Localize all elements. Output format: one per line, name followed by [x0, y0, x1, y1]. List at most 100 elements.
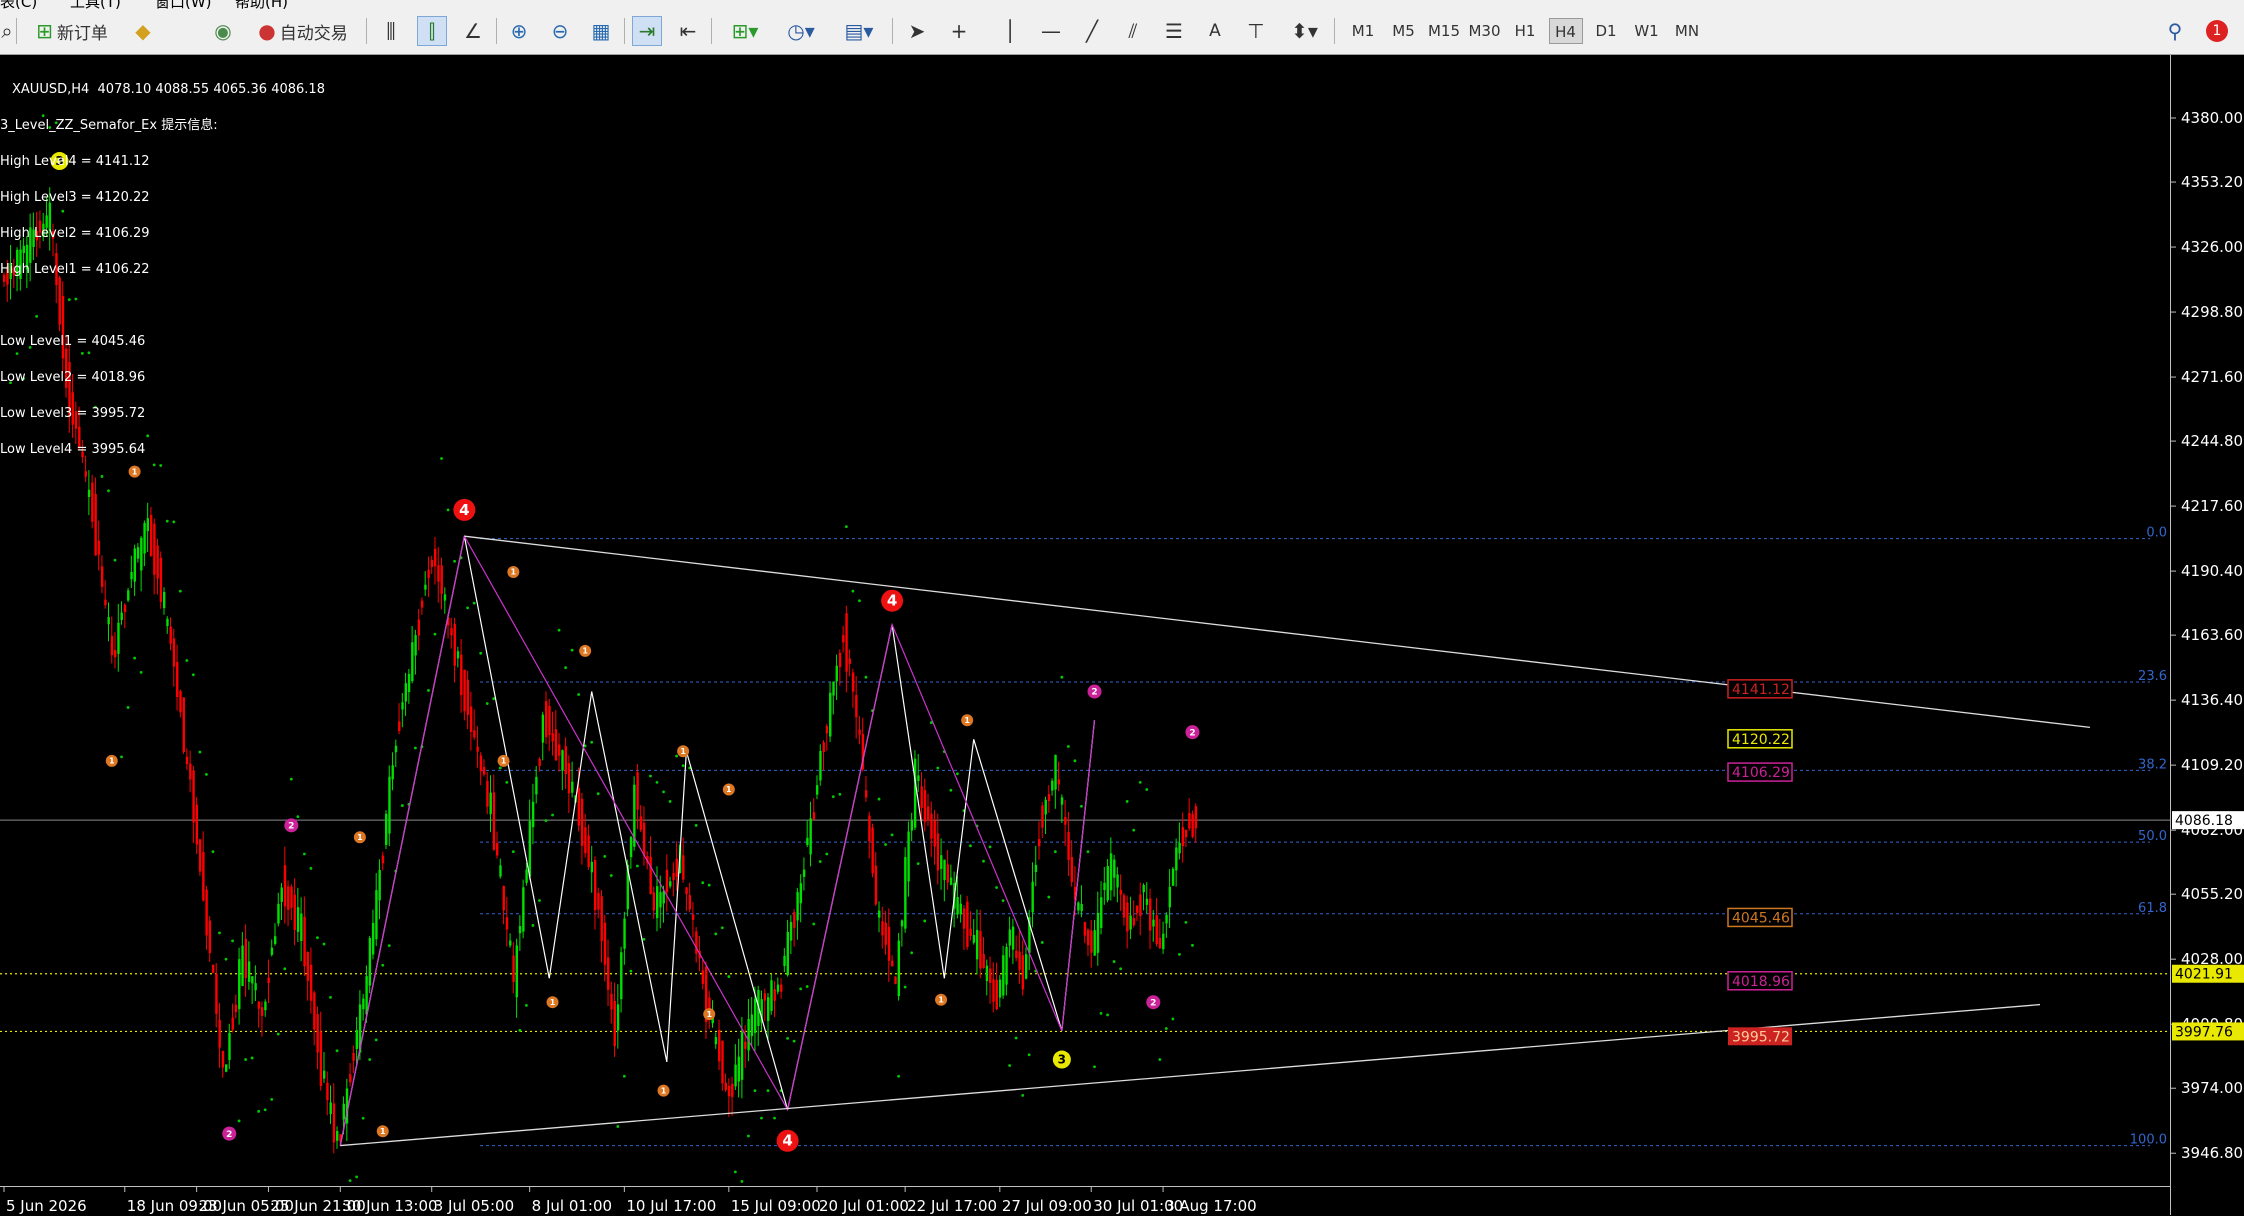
price-tag-label: 4018.96	[1732, 974, 1790, 990]
sar-dot	[1184, 920, 1188, 924]
candle-body	[607, 957, 610, 990]
sar-dot	[1112, 960, 1116, 963]
timeframe-m1[interactable]: M1	[1346, 18, 1380, 44]
fibonacci-icon[interactable]: ☰	[1159, 16, 1189, 46]
menu-item[interactable]: 窗口(W)	[155, 0, 212, 10]
sar-dot	[126, 706, 130, 709]
sar-dot	[1040, 941, 1044, 944]
sar-dot	[518, 1028, 522, 1032]
sar-dot	[753, 1089, 757, 1093]
candle-body	[322, 1070, 326, 1079]
candle-body	[1090, 930, 1093, 953]
candle-body	[770, 980, 773, 1011]
price-label: 4326.00	[2181, 238, 2243, 256]
zigzag-white	[339, 536, 1096, 1146]
zoom-out-icon[interactable]: ⊖	[545, 16, 575, 46]
menu-item[interactable]: 表(C)	[0, 0, 37, 10]
trendline-icon[interactable]: ╱	[1077, 16, 1107, 46]
candle-body	[992, 979, 995, 1002]
candle-body	[91, 482, 94, 522]
candle-body	[326, 1082, 329, 1101]
candle-body	[398, 721, 401, 732]
sar-dot	[453, 559, 456, 563]
semafor-label: 1	[726, 785, 732, 794]
price-level-tags: 4141.12 4120.22 4106.29 4045.46 4018.96 3995.…	[1727, 679, 1793, 1046]
candle-body	[1129, 915, 1132, 930]
candle-body	[107, 617, 110, 625]
arrows-icon[interactable]: ⬍▾	[1282, 16, 1327, 46]
candle-body	[642, 822, 646, 856]
line-chart-icon[interactable]: ∠	[458, 16, 488, 46]
timeframe-d1[interactable]: D1	[1589, 18, 1623, 44]
candle-body	[636, 772, 639, 810]
auto-trade-button[interactable]: ● 自动交易	[248, 16, 358, 46]
magnifier-icon[interactable]: ⌕	[0, 16, 14, 46]
sar-dot	[714, 932, 718, 936]
candle-body	[221, 1050, 225, 1068]
cursor-icon[interactable]: ➤	[902, 16, 932, 46]
chart-shift-icon[interactable]: ⇤	[673, 16, 703, 46]
candle-body	[868, 815, 871, 842]
candle-body	[1126, 902, 1129, 932]
candle-body	[381, 855, 385, 864]
candle-body	[940, 855, 943, 869]
timeframe-h4[interactable]: H4	[1548, 18, 1583, 44]
templates-icon[interactable]: ▤▾	[834, 16, 884, 46]
search-icon[interactable]: ⚲	[2160, 16, 2190, 46]
sar-dot	[296, 815, 300, 818]
candle-body	[904, 857, 907, 929]
candle-body	[822, 742, 825, 752]
timeframe-m30[interactable]: M30	[1468, 18, 1502, 44]
candle-body	[1054, 754, 1057, 790]
candle-body	[825, 726, 829, 734]
timeframe-m15[interactable]: M15	[1427, 18, 1461, 44]
horizontal-line-icon[interactable]: —	[1036, 16, 1066, 46]
market-watch-icon[interactable]: ◆	[128, 16, 158, 46]
toolbar-separator	[892, 18, 893, 44]
candle-body	[620, 952, 623, 1000]
periods-icon[interactable]: ◷▾	[776, 16, 826, 46]
candle-body	[378, 869, 381, 901]
lower-trendline	[340, 1003, 2041, 1147]
sar-dot	[446, 508, 450, 512]
candle-body	[492, 792, 496, 850]
tile-windows-icon[interactable]: ▦	[586, 16, 616, 46]
text-tool-button[interactable]: A	[1200, 16, 1230, 46]
timeframe-w1[interactable]: W1	[1630, 18, 1664, 44]
candle-body	[554, 729, 558, 761]
time-axis[interactable]: 5 Jun 2026 18 Jun 09:0023 Jun 05:0025 Jun…	[0, 1186, 2170, 1216]
zoom-in-icon[interactable]: ⊕	[504, 16, 534, 46]
candle-body	[104, 599, 107, 606]
timeframe-h1[interactable]: H1	[1508, 18, 1542, 44]
sar-dot	[877, 797, 881, 801]
symbol-header: XAUUSD,H4 4078.10 4088.55 4065.36 4086.1…	[12, 82, 325, 97]
bar-chart-icon[interactable]: ⫼	[376, 16, 406, 46]
notifications-icon[interactable]: 1	[2200, 16, 2234, 46]
new-order-button[interactable]: ⊞ 新订单	[22, 16, 122, 46]
candle-body	[407, 673, 411, 692]
vertical-line-icon[interactable]: │	[995, 16, 1025, 46]
sar-dot	[329, 996, 332, 999]
indicators-icon[interactable]: ⊞▾	[720, 16, 770, 46]
crosshair-icon[interactable]: +	[944, 16, 974, 46]
equidistant-channel-icon[interactable]: ⫽	[1118, 16, 1148, 46]
timeframe-mn[interactable]: MN	[1670, 18, 1704, 44]
candle-body	[567, 763, 571, 794]
candle-body	[835, 665, 838, 682]
time-label: 27 Jul 09:00	[1002, 1197, 1092, 1215]
candle-body	[793, 912, 796, 928]
candlestick-chart-icon[interactable]: ⫿	[417, 16, 447, 46]
candle-body	[303, 916, 306, 967]
price-tag-label: 4120.22	[1732, 732, 1790, 748]
autoscroll-icon[interactable]: ⇥	[632, 16, 662, 46]
menu-item[interactable]: 帮助(H)	[235, 0, 288, 10]
candle-body	[767, 997, 770, 1021]
signals-icon[interactable]: ◉	[208, 16, 238, 46]
sar-dot	[747, 1134, 750, 1138]
price-axis[interactable]: 4380.00 4353.20 4326.00 4298.80 4271.60 4244.…	[2170, 55, 2244, 1215]
menu-item[interactable]: 工具(T)	[70, 0, 121, 10]
timeframe-m5[interactable]: M5	[1387, 18, 1421, 44]
price-chart[interactable]: 0.023.638.250.061.8100.0 444332222211111…	[0, 55, 2170, 1186]
sar-dot	[1158, 1058, 1162, 1061]
text-label-icon[interactable]: ⊤	[1241, 16, 1271, 46]
